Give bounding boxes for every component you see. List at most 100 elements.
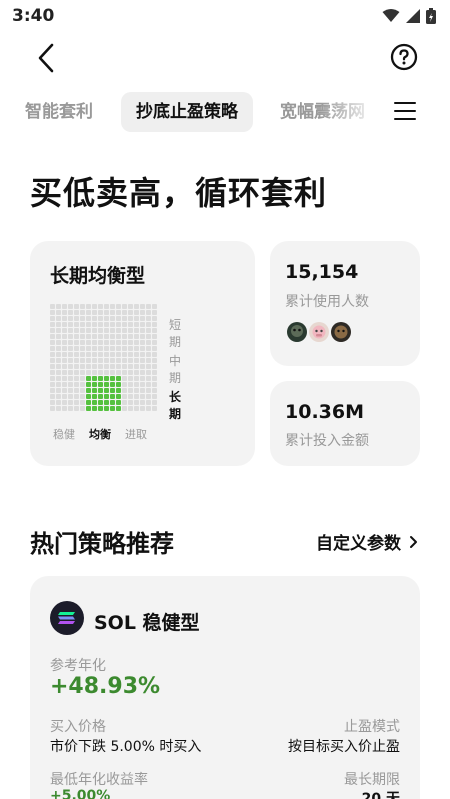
annual-value: +48.93%	[50, 674, 161, 699]
risk-cell	[128, 310, 133, 315]
risk-cell	[110, 358, 115, 363]
risk-cell	[86, 334, 91, 339]
sol-logo-icon	[50, 601, 84, 635]
risk-cell	[134, 352, 139, 357]
risk-cell	[92, 304, 97, 309]
risk-cell	[152, 346, 157, 351]
risk-cell	[56, 382, 61, 387]
risk-cell	[62, 376, 67, 381]
risk-cell	[146, 370, 151, 375]
risk-cell	[62, 406, 67, 411]
tab-smart-arbitrage[interactable]: 智能套利	[25, 92, 93, 132]
risk-cell	[128, 328, 133, 333]
back-button[interactable]	[30, 40, 62, 76]
risk-cell	[104, 406, 109, 411]
risk-cell	[92, 394, 97, 399]
risk-cell	[116, 400, 121, 405]
risk-cell	[50, 388, 55, 393]
risk-cell	[56, 340, 61, 345]
risk-cell	[98, 346, 103, 351]
help-button[interactable]	[390, 43, 420, 73]
strategy-type-title: 长期均衡型	[50, 265, 146, 287]
risk-cell	[62, 340, 67, 345]
risk-cell	[104, 400, 109, 405]
risk-cell	[68, 316, 73, 321]
tab-bottom-take-profit[interactable]: 抄底止盈策略	[121, 92, 253, 132]
menu-button[interactable]	[394, 102, 416, 122]
risk-cell	[86, 358, 91, 363]
risk-cell	[122, 340, 127, 345]
risk-block	[122, 304, 157, 339]
strategy-type-card[interactable]: 长期均衡型 短期 中期 长期 稳健 均衡 进取	[30, 241, 255, 466]
risk-cell	[116, 370, 121, 375]
risk-cell	[128, 382, 133, 387]
risk-cell	[98, 316, 103, 321]
risk-cell	[122, 316, 127, 321]
risk-cell	[80, 400, 85, 405]
risk-cell	[110, 334, 115, 339]
risk-cell	[74, 352, 79, 357]
risk-cell	[122, 370, 127, 375]
risk-cell	[134, 382, 139, 387]
risk-cell	[110, 310, 115, 315]
risk-cell	[122, 358, 127, 363]
risk-cell	[134, 394, 139, 399]
risk-cell	[128, 376, 133, 381]
risk-cell	[104, 316, 109, 321]
avatar	[285, 320, 309, 344]
risk-cell	[68, 370, 73, 375]
risk-cell	[122, 346, 127, 351]
risk-cell	[74, 334, 79, 339]
risk-cell	[50, 310, 55, 315]
risk-cell	[80, 394, 85, 399]
risk-cell	[92, 364, 97, 369]
risk-cell	[146, 304, 151, 309]
risk-cell	[122, 406, 127, 411]
strategy-card[interactable]: SOL 稳健型 参考年化 +48.93% 买入价格 市价下跌 5.00% 时买入…	[30, 576, 420, 799]
risk-cell	[116, 346, 121, 351]
custom-params-link[interactable]: 自定义参数	[316, 529, 418, 554]
risk-cell	[86, 376, 91, 381]
risk-cell	[56, 406, 61, 411]
risk-cell	[134, 388, 139, 393]
risk-cell	[110, 394, 115, 399]
risk-cell	[56, 310, 61, 315]
risk-cell	[62, 310, 67, 315]
risk-cell	[86, 352, 91, 357]
risk-cell	[92, 346, 97, 351]
risk-cell	[92, 310, 97, 315]
risk-cell	[62, 328, 67, 333]
menu-icon-line	[394, 118, 416, 120]
risk-cell	[146, 358, 151, 363]
max-period-label: 最长期限	[344, 772, 400, 788]
risk-cell	[86, 394, 91, 399]
risk-cell	[134, 406, 139, 411]
risk-cell	[134, 400, 139, 405]
risk-cell	[98, 400, 103, 405]
risk-cell	[104, 346, 109, 351]
risk-cell	[134, 304, 139, 309]
risk-cell	[128, 322, 133, 327]
risk-cell	[68, 346, 73, 351]
risk-cell	[152, 316, 157, 321]
risk-cell	[128, 358, 133, 363]
risk-cell	[152, 370, 157, 375]
risk-cell	[122, 382, 127, 387]
risk-cell	[68, 328, 73, 333]
risk-cell	[56, 364, 61, 369]
risk-cell	[74, 364, 79, 369]
risk-cell	[92, 358, 97, 363]
risk-cell	[92, 352, 97, 357]
status-icons	[382, 8, 436, 24]
risk-cell	[62, 346, 67, 351]
risk-cell	[134, 364, 139, 369]
custom-params-label: 自定义参数	[316, 534, 401, 554]
risk-cell	[56, 400, 61, 405]
risk-cell	[74, 370, 79, 375]
risk-cell	[116, 316, 121, 321]
signal-icon	[406, 9, 420, 23]
help-icon	[390, 43, 418, 71]
section-title: 热门策略推荐	[30, 530, 174, 558]
risk-cell	[116, 310, 121, 315]
risk-cell	[122, 322, 127, 327]
